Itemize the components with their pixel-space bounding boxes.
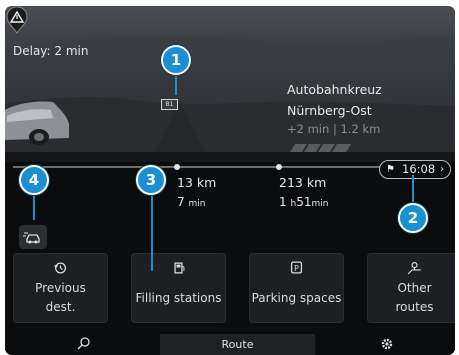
- segment-time: 1 h51min: [279, 195, 329, 209]
- callout-leader: [412, 175, 414, 203]
- vehicle-settings-button[interactable]: [19, 225, 47, 249]
- previous-destinations-label: dest.: [45, 300, 76, 314]
- history-icon: [54, 262, 67, 274]
- waypoint-marker: [174, 164, 180, 170]
- settings-button[interactable]: [365, 334, 410, 355]
- waypoint-marker: [276, 164, 282, 170]
- car-traffic-icon: [23, 232, 40, 244]
- filling-stations-button[interactable]: Filling stations: [131, 253, 226, 323]
- callout-marker-4: 4: [19, 165, 49, 195]
- previous-destinations-button[interactable]: Previous dest.: [13, 253, 108, 323]
- other-routes-button[interactable]: Other routes: [367, 253, 455, 323]
- navigation-screen: Delay: 2 min B1 Autobahnkreuz Nürnberg-O…: [5, 6, 455, 355]
- previous-destinations-label: Previous: [35, 281, 86, 295]
- callout-leader: [33, 194, 35, 220]
- callout-leader: [151, 191, 153, 271]
- tab-route[interactable]: Route: [160, 334, 315, 355]
- callout-marker-1: 1: [161, 45, 191, 75]
- traffic-warning-pin-icon[interactable]: [5, 6, 29, 34]
- segment-distance: 13 km: [177, 175, 217, 190]
- bottom-nav: Route: [5, 334, 455, 355]
- parking-icon: P: [290, 261, 303, 274]
- other-routes-label: Other: [397, 281, 432, 295]
- chevron-right-icon: ›: [440, 164, 444, 175]
- callout-leader: [175, 73, 177, 95]
- fuel-pump-icon: [174, 262, 185, 274]
- callout-marker-2: 2: [398, 203, 428, 233]
- route-preview-view: Delay: 2 min B1 Autobahnkreuz Nürnberg-O…: [5, 6, 455, 152]
- road-pattern: [290, 143, 351, 152]
- search-button[interactable]: [60, 334, 105, 355]
- road-sign: B1: [161, 99, 178, 110]
- parking-spaces-label: Parking spaces: [251, 291, 342, 305]
- destination-name: Autobahnkreuz Nürnberg-Ost: [287, 82, 382, 118]
- parking-spaces-button[interactable]: P Parking spaces: [249, 253, 344, 323]
- segment-distance: 213 km: [279, 175, 327, 190]
- svg-text:P: P: [294, 264, 299, 273]
- flag-icon: ⚑: [386, 164, 395, 175]
- alternate-routes-icon: [407, 262, 421, 275]
- callout-marker-3: 3: [136, 165, 166, 195]
- arrival-time-button[interactable]: ⚑ 16:08 ›: [379, 160, 451, 179]
- destination-detail: +2 min | 1.2 km: [287, 122, 381, 136]
- gear-icon: [381, 338, 393, 350]
- delay-text: Delay: 2 min: [13, 44, 89, 58]
- segment-time: 7 min: [177, 195, 206, 209]
- filling-stations-label: Filling stations: [135, 291, 222, 305]
- search-icon: [77, 337, 90, 350]
- other-routes-label: routes: [395, 300, 434, 314]
- arrival-time: 16:08: [402, 162, 436, 176]
